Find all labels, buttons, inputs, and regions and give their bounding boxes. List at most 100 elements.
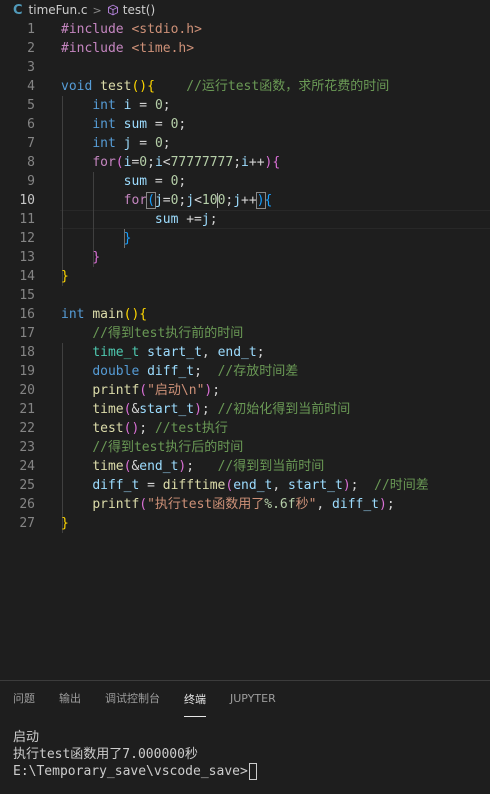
code-line[interactable]: 13 } <box>0 248 490 267</box>
code-token: = <box>131 98 155 113</box>
line-number: 22 <box>19 421 35 436</box>
line-number: 8 <box>27 155 35 170</box>
panel-tab-2[interactable]: 调试控制台 <box>105 681 160 717</box>
line-number: 20 <box>19 383 35 398</box>
code-token: //初始化得到当前时间 <box>217 402 351 417</box>
code-token: difftime <box>162 478 226 493</box>
code-token: () <box>131 79 148 94</box>
code-line[interactable]: 9 sum = 0; <box>0 172 490 191</box>
code-token: double <box>92 364 148 379</box>
code-token: { <box>264 193 273 208</box>
code-line[interactable]: 15 <box>0 286 490 305</box>
code-token: = <box>162 193 171 208</box>
code-line[interactable]: 25 diff_t = difftime(end_t, start_t); //… <box>0 476 490 495</box>
code-line[interactable]: 5 int i = 0; <box>0 96 490 115</box>
code-line[interactable]: 22 test(); //test执行 <box>0 419 490 438</box>
code-token: j <box>154 193 163 208</box>
code-token: <time.h> <box>131 41 195 56</box>
panel-tab-1[interactable]: 输出 <box>59 681 81 717</box>
code-token: start_t <box>288 478 343 493</box>
code-token: = <box>139 478 163 493</box>
line-number: 15 <box>19 288 35 303</box>
code-token: //得到到当前时间 <box>217 459 325 474</box>
code-line[interactable]: 14} <box>0 267 490 286</box>
code-line[interactable]: 17 //得到test执行前的时间 <box>0 324 490 343</box>
code-token: ; <box>212 383 221 398</box>
panel-tab-4[interactable]: JUPYTER <box>230 681 276 717</box>
code-line[interactable]: 20 printf("启动\n"); <box>0 381 490 400</box>
code-token: ; <box>386 497 395 512</box>
code-line[interactable]: 8 for(i=0;i<77777777;i++){ <box>0 153 490 172</box>
code-line[interactable]: 23 //得到test执行后的时间 <box>0 438 490 457</box>
line-number: 24 <box>19 459 35 474</box>
code-text: //得到test执行后的时间 <box>61 438 243 457</box>
chevron-right-icon: > <box>92 3 102 17</box>
line-number: 7 <box>27 136 35 151</box>
panel-tab-3[interactable]: 终端 <box>184 681 206 717</box>
code-token: ) <box>255 192 266 209</box>
code-line[interactable]: 6 int sum = 0; <box>0 115 490 134</box>
code-token: ( <box>146 192 156 209</box>
code-token: //存放时间差 <box>217 364 299 379</box>
code-editor[interactable]: 1 #include <stdio.h> 2 #include <time.h> 3 4 v… <box>0 20 490 680</box>
code-token: , <box>316 497 333 512</box>
code-line[interactable]: 2 #include <time.h> <box>0 39 490 58</box>
breadcrumb-file[interactable]: timeFun.c <box>29 3 88 17</box>
breadcrumb-symbol[interactable]: test() <box>123 3 155 17</box>
code-token: ; <box>178 117 187 132</box>
line-number: 6 <box>27 117 35 132</box>
code-line[interactable]: 3 <box>0 58 490 77</box>
code-text: } <box>61 248 100 267</box>
code-token: //得到test执行后的时间 <box>92 440 244 455</box>
code-line[interactable]: 1 #include <stdio.h> <box>0 20 490 39</box>
code-token: { <box>272 155 281 170</box>
code-token: time <box>92 459 124 474</box>
code-line[interactable]: 21 time(&start_t); //初始化得到当前时间 <box>0 400 490 419</box>
terminal[interactable]: 启动 执行test函数用了7.000000秒 E:\Temporary_save\v… <box>13 729 257 780</box>
code-line[interactable]: 26 printf("执行test函数用了%.6f秒", diff_t); <box>0 495 490 514</box>
code-text: test(); //test执行 <box>61 419 228 438</box>
code-line[interactable]: 7 int j = 0; <box>0 134 490 153</box>
code-token: { <box>147 79 155 94</box>
code-token: diff_t <box>147 364 195 379</box>
line-number: 1 <box>27 22 35 37</box>
code-line[interactable]: 11 sum +=j; <box>0 210 490 229</box>
code-line[interactable]: 24 time(&end_t); //得到到当前时间 <box>0 457 490 476</box>
code-token: = <box>147 117 171 132</box>
code-token: int <box>92 136 124 151</box>
code-token: ; <box>256 345 265 360</box>
code-token: ; <box>178 174 187 189</box>
code-token: ) <box>379 497 387 512</box>
code-line[interactable]: 12 } <box>0 229 490 248</box>
code-token: test <box>100 79 132 94</box>
code-token: ; <box>233 155 242 170</box>
line-number: 18 <box>19 345 35 360</box>
code-token: ) <box>194 402 202 417</box>
code-token: i <box>154 155 163 170</box>
line-number: 16 <box>19 307 35 322</box>
panel-tab-0[interactable]: 问题 <box>13 681 35 717</box>
code-text: sum = 0; <box>61 172 187 191</box>
code-token: ( <box>139 383 148 398</box>
code-token: test <box>92 421 124 436</box>
code-line[interactable]: 18 time_t start_t, end_t; <box>0 343 490 362</box>
terminal-cursor <box>248 763 257 780</box>
code-line[interactable]: 27} <box>0 514 490 533</box>
code-line[interactable]: 19 double diff_t; //存放时间差 <box>0 362 490 381</box>
code-line[interactable]: 16 int main(){ <box>0 305 490 324</box>
code-line[interactable]: 4 void test(){ //运行test函数，求所花费的时间 <box>0 77 490 96</box>
line-number: 27 <box>19 516 35 531</box>
code-token: } <box>123 231 132 246</box>
code-token: ( <box>139 497 148 512</box>
line-number: 19 <box>19 364 35 379</box>
code-token: , <box>272 478 289 493</box>
code-line[interactable]: 10 for(j=0;j<100;j++){ <box>0 191 490 210</box>
code-text: int i = 0; <box>61 96 170 115</box>
